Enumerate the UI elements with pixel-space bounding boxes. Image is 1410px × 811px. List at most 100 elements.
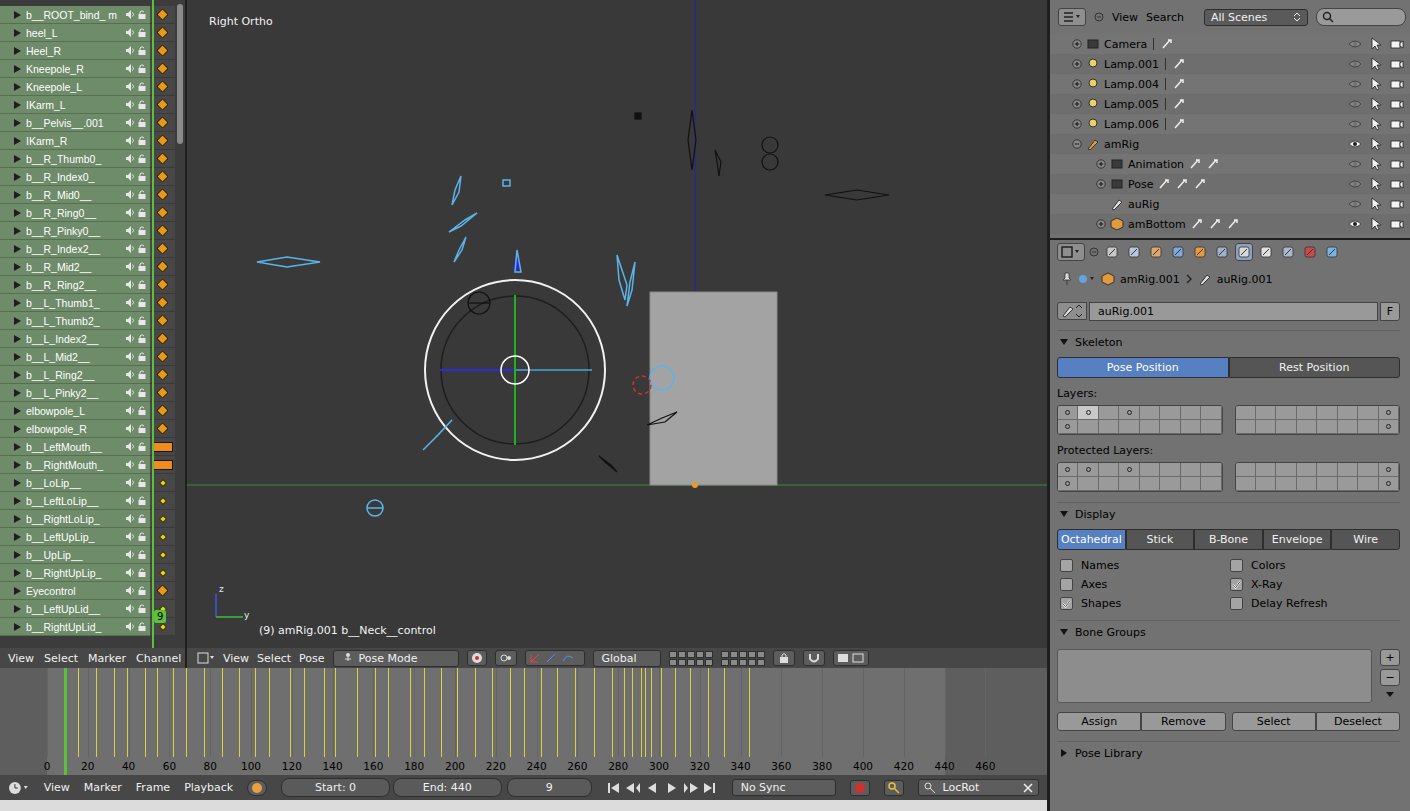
keyframe-line[interactable] (651, 668, 652, 757)
keyframe-line[interactable] (645, 668, 646, 757)
lock-icon[interactable] (138, 298, 146, 307)
display-type-button[interactable]: Octahedral (1057, 529, 1126, 550)
menu-item[interactable]: Channel (136, 652, 181, 665)
speaker-icon[interactable] (126, 568, 135, 577)
layer-cell[interactable] (1140, 477, 1160, 491)
keying-button[interactable] (884, 780, 904, 796)
lock-icon[interactable] (138, 118, 146, 127)
keyframe-line[interactable] (388, 668, 389, 757)
keyframe-marker[interactable] (156, 152, 169, 165)
layer-cell[interactable] (1099, 463, 1119, 477)
layer-cell[interactable] (1201, 463, 1221, 477)
menu-item[interactable]: Playback (184, 781, 233, 794)
channel-row[interactable]: b__L_Index2__ (0, 330, 185, 348)
data-icon[interactable] (1172, 97, 1186, 111)
speaker-icon[interactable] (126, 406, 135, 415)
layer-cell[interactable] (1358, 477, 1378, 491)
layer-cell[interactable] (1160, 463, 1180, 477)
layer-cell[interactable] (721, 659, 729, 666)
layer-cell[interactable] (1140, 463, 1160, 477)
outliner-row[interactable]: amBottom (1050, 214, 1410, 234)
keyframe-marker[interactable] (156, 170, 169, 183)
layer-cell[interactable] (1099, 406, 1119, 420)
layer-cell[interactable] (687, 651, 695, 658)
layer-cell[interactable] (705, 651, 713, 658)
keyframe-marker[interactable] (156, 26, 169, 39)
expand-triangle-icon[interactable] (14, 119, 21, 127)
panel-header[interactable]: Bone Groups (1057, 620, 1400, 643)
outliner-row[interactable]: amRig (1050, 134, 1410, 154)
menu-item[interactable]: View (8, 652, 34, 665)
speaker-icon[interactable] (126, 298, 135, 307)
pivot-button[interactable] (495, 650, 517, 666)
sync-dropdown[interactable]: No Sync (732, 779, 837, 796)
keyframe-marker[interactable] (156, 8, 169, 21)
layer-cell[interactable] (1358, 406, 1378, 420)
lock-icon[interactable] (138, 280, 146, 289)
keyframe-line[interactable] (575, 668, 576, 757)
layer-cell[interactable] (730, 659, 738, 666)
speaker-icon[interactable] (126, 478, 135, 487)
action-button[interactable]: Assign (1057, 712, 1141, 731)
expand-toggle-icon[interactable] (1072, 99, 1082, 109)
menu-item[interactable]: View (223, 652, 249, 665)
expand-triangle-icon[interactable] (14, 245, 21, 253)
keyframe-marker[interactable] (156, 584, 169, 597)
keyframe-marker[interactable] (156, 404, 169, 417)
outliner-row[interactable]: Lamp.005 (1050, 94, 1410, 114)
keyframe-marker[interactable] (156, 134, 169, 147)
expand-triangle-icon[interactable] (14, 173, 21, 181)
scene-layers[interactable] (669, 651, 713, 666)
expand-toggle-icon[interactable] (1072, 139, 1082, 149)
data-icon[interactable] (1172, 117, 1186, 131)
layer-cell[interactable] (1256, 420, 1276, 434)
layer-cell[interactable] (1201, 406, 1221, 420)
expand-triangle-icon[interactable] (14, 209, 21, 217)
bone-group-list[interactable] (1057, 649, 1372, 703)
lock-icon[interactable] (138, 424, 146, 433)
render-camera-icon[interactable] (1390, 38, 1404, 50)
speaker-icon[interactable] (126, 154, 135, 163)
expand-triangle-icon[interactable] (14, 227, 21, 235)
expand-triangle-icon[interactable] (14, 83, 21, 91)
position-button[interactable]: Rest Position (1229, 357, 1401, 378)
channel-row[interactable]: b__RightUpLip_ (0, 564, 185, 582)
lock-icon[interactable] (138, 568, 146, 577)
keyframe-line[interactable] (457, 668, 458, 757)
channel-row[interactable]: Eyecontrol (0, 582, 185, 600)
keyframe-marker[interactable] (156, 350, 169, 363)
action-button[interactable]: Select (1232, 712, 1316, 731)
pin-icon[interactable] (1061, 272, 1073, 286)
keyframe-line[interactable] (127, 668, 128, 757)
mode-dropdown[interactable]: Pose Mode (333, 650, 459, 667)
rotate-widget-outer[interactable] (425, 280, 605, 460)
eye-icon[interactable] (1348, 158, 1362, 170)
3d-cursor[interactable] (633, 376, 651, 394)
expand-triangle-icon[interactable] (14, 191, 21, 199)
lock-icon[interactable] (138, 550, 146, 559)
expand-triangle-icon[interactable] (14, 155, 21, 163)
layer-cell[interactable] (1297, 477, 1317, 491)
manipulator-x2[interactable] (515, 369, 592, 371)
panel-header[interactable]: Pose Library (1057, 741, 1400, 764)
layer-cell[interactable] (748, 659, 756, 666)
expand-triangle-icon[interactable] (14, 101, 21, 109)
cursor-icon[interactable] (1370, 157, 1382, 171)
expand-triangle-icon[interactable] (14, 299, 21, 307)
layer-cell[interactable] (1276, 463, 1296, 477)
3d-viewport[interactable]: Right Orthozy(9) amRig.001 b__Neck__cont… (187, 0, 1047, 648)
data-icon[interactable] (1206, 157, 1220, 171)
layer-cell[interactable] (1338, 477, 1358, 491)
keyframe-line[interactable] (524, 668, 525, 757)
outliner-row[interactable]: Lamp.004 (1050, 74, 1410, 94)
editor-type-button[interactable] (1057, 243, 1085, 261)
end-field[interactable]: End: 440 (393, 778, 502, 797)
properties-tab[interactable] (1257, 243, 1275, 261)
expand-toggle-icon[interactable] (1096, 219, 1106, 229)
keyframe-line[interactable] (204, 668, 205, 757)
channel-row[interactable]: b__RightLoLip_ (0, 510, 185, 528)
eye-icon[interactable] (1348, 218, 1362, 230)
layer-cell[interactable] (721, 651, 729, 658)
speaker-icon[interactable] (126, 460, 135, 469)
lock-icon[interactable] (138, 64, 146, 73)
